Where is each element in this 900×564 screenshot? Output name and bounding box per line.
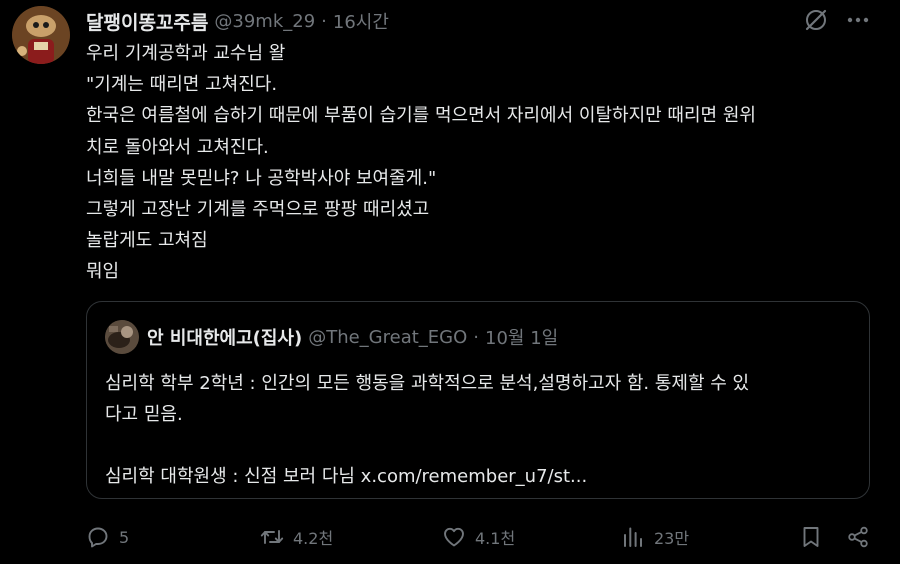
quote-text-line: [105, 430, 855, 461]
tweet-text-line: 너희들 내말 못믿냐? 나 공학박사야 보여줄게.": [86, 167, 437, 189]
tweet: 달팽이똥꼬주름 @39mk_29 · 16시간 우리 기계공학과 교수님 왈 "…: [0, 0, 900, 564]
like-count: 4.1천: [475, 529, 516, 548]
tweet-text-line: 한국은 여름철에 습하기 때문에 부품이 습기를 먹으면서 자리에서 이탈하지만…: [86, 105, 756, 127]
share-icon[interactable]: [846, 525, 870, 549]
like-button[interactable]: 4.1천: [442, 520, 515, 554]
tweet-text: 우리 기계공학과 교수님 왈 "기계는 때리면 고쳐진다. 한국은 여름철에 습…: [86, 38, 876, 288]
grok-icon[interactable]: [803, 7, 829, 33]
quote-display-name[interactable]: 안 비대한에고(집사): [147, 324, 302, 350]
views-icon: [624, 527, 642, 547]
quote-text-line: 심리학 대학원생 : 신점 보러 다님 x.com/remember_u7/st…: [105, 466, 588, 487]
bookmark-icon[interactable]: [799, 525, 823, 549]
retweet-button[interactable]: 4.2천: [260, 520, 333, 554]
more-icon[interactable]: [845, 7, 871, 33]
tweet-text-line: 뭐임: [86, 261, 120, 283]
quote-timestamp[interactable]: 10월 1일: [485, 324, 558, 350]
quote-avatar[interactable]: [105, 320, 139, 354]
quote-header: 안 비대한에고(집사) @The_Great_EGO · 10월 1일: [147, 324, 558, 350]
retweet-count: 4.2천: [293, 529, 334, 548]
timestamp[interactable]: 16시간: [333, 8, 389, 34]
views-button[interactable]: 23만: [621, 520, 689, 554]
user-handle[interactable]: @39mk_29: [214, 11, 315, 32]
separator-dot: ·: [473, 326, 480, 348]
action-bar: 5 4.2천 4.1천 23만: [86, 520, 876, 554]
tweet-header: 달팽이똥꼬주름 @39mk_29 · 16시간: [86, 8, 389, 34]
quote-text-line: 다고 믿음.: [105, 404, 183, 425]
tweet-text-line: 놀랍게도 고쳐짐: [86, 230, 208, 252]
retweet-icon: [260, 530, 284, 544]
avatar[interactable]: [12, 6, 70, 64]
quote-text-line: 심리학 학부 2학년 : 인간의 모든 행동을 과학적으로 분석,설명하고자 함…: [105, 373, 750, 394]
display-name[interactable]: 달팽이똥꼬주름: [86, 8, 208, 35]
quote-user-handle[interactable]: @The_Great_EGO: [308, 327, 467, 348]
tweet-text-line: 우리 기계공학과 교수님 왈: [86, 43, 286, 64]
quote-text: 심리학 학부 2학년 : 인간의 모든 행동을 과학적으로 분석,설명하고자 함…: [105, 368, 855, 492]
reply-count: 5: [119, 527, 130, 547]
quoted-tweet[interactable]: 안 비대한에고(집사) @The_Great_EGO · 10월 1일 심리학 …: [86, 301, 870, 499]
view-count: 23만: [654, 529, 690, 548]
tweet-text-line: 그렇게 고장난 기계를 주먹으로 팡팡 때리셨고: [86, 199, 430, 221]
separator-dot: ·: [321, 10, 327, 32]
tweet-text-line: "기계는 때리면 고쳐진다.: [86, 74, 278, 96]
reply-button[interactable]: 5: [86, 520, 129, 554]
tweet-text-line: 치로 돌아와서 고쳐진다.: [86, 136, 269, 158]
reply-icon: [88, 527, 108, 548]
heart-icon: [444, 527, 464, 547]
